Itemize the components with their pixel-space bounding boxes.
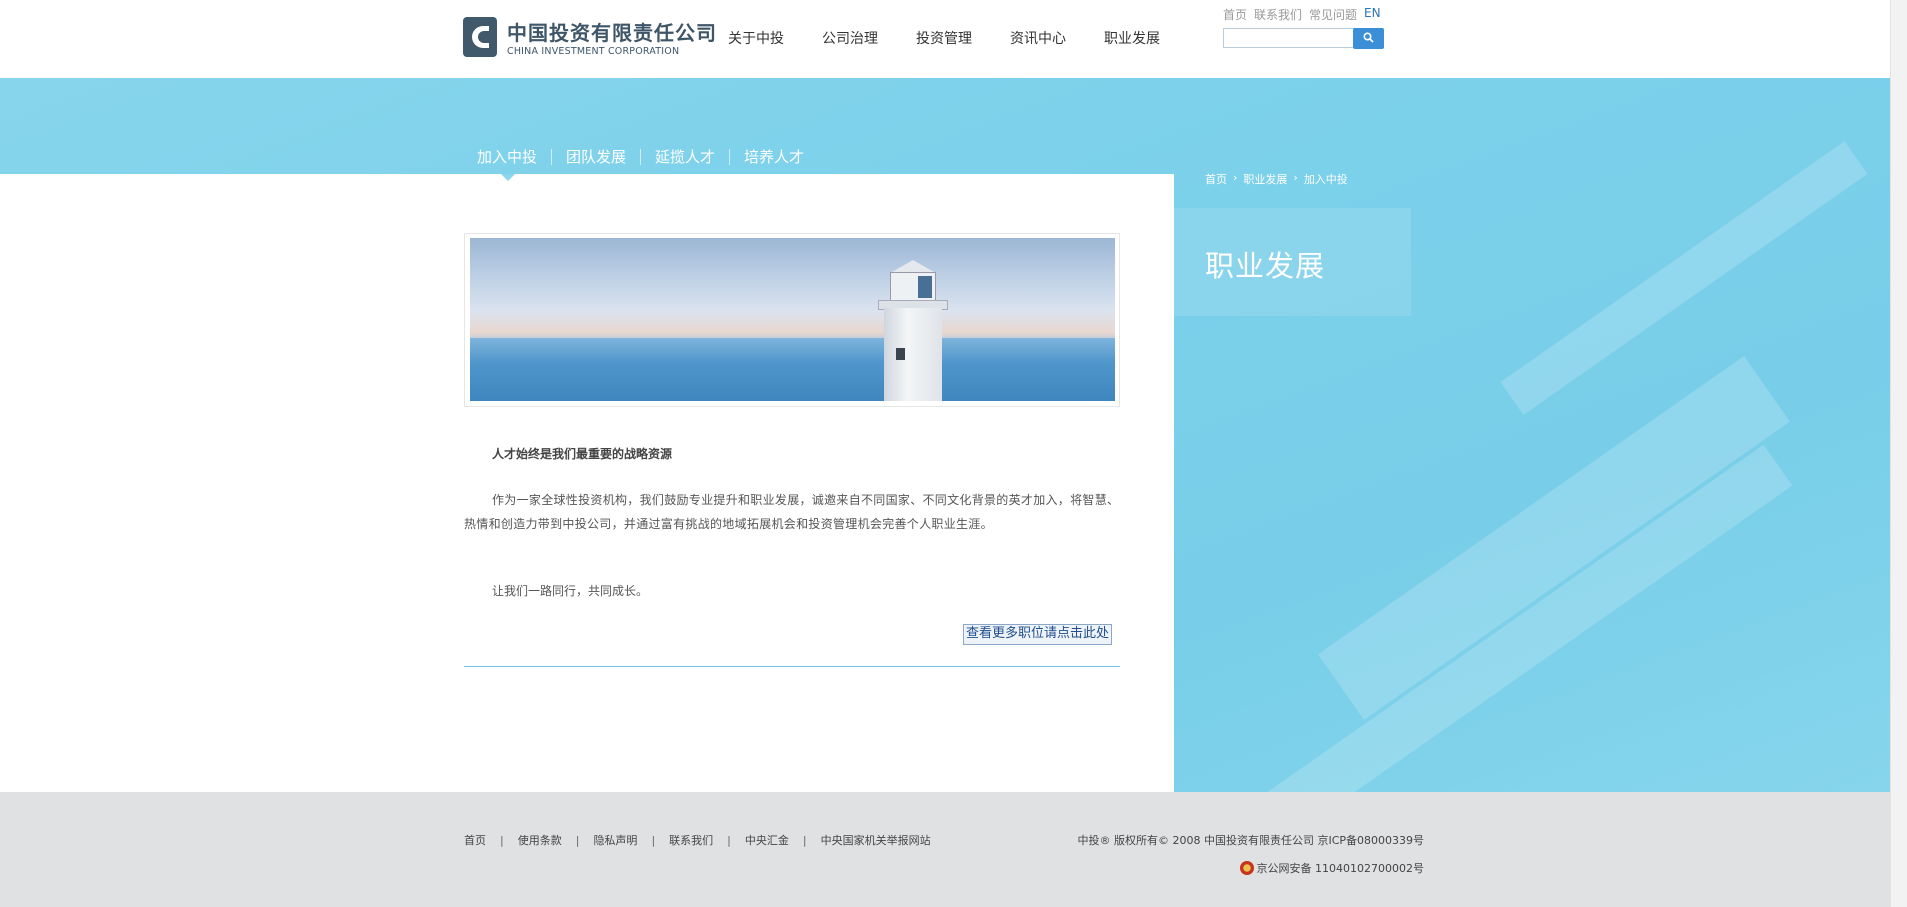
lighthouse-hero-image <box>470 238 1115 401</box>
subnav-team-development[interactable]: 团队发展 <box>566 146 626 167</box>
content-closing: 让我们一路同行，共同成长。 <box>492 584 649 598</box>
logo-chinese-name: 中国投资有限责任公司 <box>507 21 717 45</box>
footer-divider: | <box>802 833 807 847</box>
footer-terms-link[interactable]: 使用条款 <box>518 832 562 848</box>
logo-mark-icon <box>463 17 497 57</box>
section-sub-nav: 加入中投 团队发展 延揽人才 培养人才 <box>477 146 804 167</box>
breadcrumb: 首页 › 职业发展 › 加入中投 <box>1205 171 1348 187</box>
site-logo[interactable]: 中国投资有限责任公司 CHINA INVESTMENT CORPORATION <box>463 17 716 59</box>
footer-huijin-link[interactable]: 中央汇金 <box>745 832 789 848</box>
sea-graphic <box>470 338 1115 401</box>
footer-divider: | <box>651 833 656 847</box>
breadcrumb-current[interactable]: 加入中投 <box>1304 171 1348 187</box>
language-en-link[interactable]: EN <box>1364 6 1381 23</box>
search-button[interactable] <box>1353 28 1384 49</box>
site-header: 中国投资有限责任公司 CHINA INVESTMENT CORPORATION … <box>0 0 1890 78</box>
subnav-join-cic[interactable]: 加入中投 <box>477 146 537 167</box>
footer-links: 首页 | 使用条款 | 隐私声明 | 联系我们 | 中央汇金 | 中央国家机关举… <box>464 832 931 848</box>
chevron-right-icon: › <box>1293 171 1298 184</box>
lighthouse-roof-graphic <box>892 260 934 272</box>
nav-investment[interactable]: 投资管理 <box>916 28 972 48</box>
nav-news[interactable]: 资讯中心 <box>1010 28 1066 48</box>
search-icon <box>1363 32 1374 43</box>
police-badge-icon <box>1239 861 1254 875</box>
nav-governance[interactable]: 公司治理 <box>822 28 878 48</box>
police-record-text: 京公网安备 11040102700002号 <box>1256 862 1424 875</box>
subnav-cultivate-talent[interactable]: 培养人才 <box>744 146 804 167</box>
breadcrumb-home[interactable]: 首页 <box>1205 171 1227 187</box>
breadcrumb-careers[interactable]: 职业发展 <box>1243 171 1287 187</box>
footer-report-link[interactable]: 中央国家机关举报网站 <box>821 832 931 848</box>
footer-privacy-link[interactable]: 隐私声明 <box>593 832 637 848</box>
footer-divider: | <box>500 833 504 847</box>
subnav-divider <box>551 148 553 165</box>
copyright-text: 中投® 版权所有© 2008 中国投资有限责任公司 京ICP备08000339号 <box>1077 834 1424 847</box>
lighthouse-tower-graphic <box>884 308 942 401</box>
site-footer <box>0 792 1890 907</box>
util-home-link[interactable]: 首页 <box>1223 6 1247 23</box>
chevron-right-icon: › <box>1233 171 1238 184</box>
police-record[interactable]: 京公网安备 11040102700002号 <box>1239 860 1424 876</box>
subnav-recruit-talent[interactable]: 延揽人才 <box>655 146 715 167</box>
sidebar-title: 职业发展 <box>1205 249 1326 283</box>
utility-links: 首页 联系我们 常见问题 EN <box>1223 6 1381 23</box>
footer-home-link[interactable]: 首页 <box>464 832 486 848</box>
lighthouse-window-graphic <box>918 276 932 298</box>
subnav-divider <box>729 148 731 165</box>
logo-english-name: CHINA INVESTMENT CORPORATION <box>507 46 680 57</box>
util-contact-link[interactable]: 联系我们 <box>1254 6 1302 23</box>
more-jobs-link[interactable]: 查看更多职位请点击此处 <box>963 624 1113 645</box>
footer-contact-link[interactable]: 联系我们 <box>669 832 713 848</box>
content-body: 作为一家全球性投资机构，我们鼓励专业提升和职业发展，诚邀来自不同国家、不同文化背… <box>464 493 1120 531</box>
content-headline: 人才始终是我们最重要的战略资源 <box>492 447 673 461</box>
util-faq-link[interactable]: 常见问题 <box>1309 6 1357 23</box>
main-nav: 关于中投 公司治理 投资管理 资讯中心 职业发展 <box>728 28 1198 48</box>
content-divider <box>464 666 1120 667</box>
nav-about[interactable]: 关于中投 <box>728 28 784 48</box>
nav-careers[interactable]: 职业发展 <box>1104 28 1160 48</box>
lighthouse-door-graphic <box>896 348 905 360</box>
subnav-divider <box>640 148 642 165</box>
vertical-scrollbar[interactable] <box>1890 0 1907 907</box>
active-subnav-pointer <box>501 174 515 181</box>
footer-divider: | <box>727 833 731 847</box>
footer-divider: | <box>575 833 580 847</box>
